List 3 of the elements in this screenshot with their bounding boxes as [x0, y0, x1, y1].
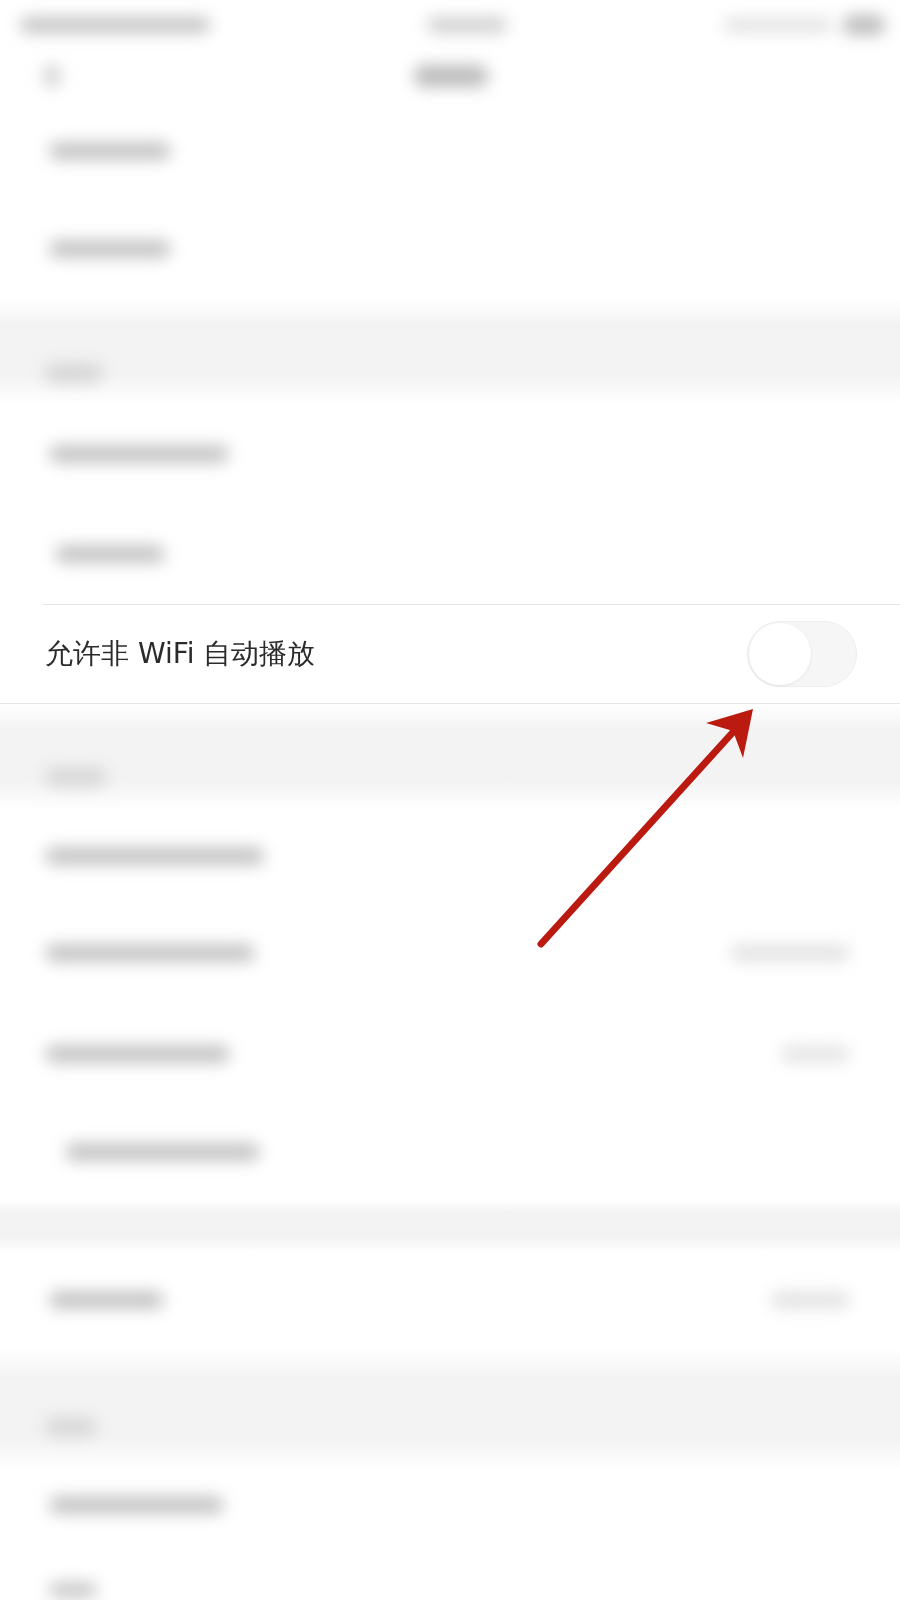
- blurred-text: [49, 1582, 97, 1598]
- setting-label: 允许非 WiFi 自动播放: [45, 636, 316, 672]
- blurred-icon: [843, 15, 885, 35]
